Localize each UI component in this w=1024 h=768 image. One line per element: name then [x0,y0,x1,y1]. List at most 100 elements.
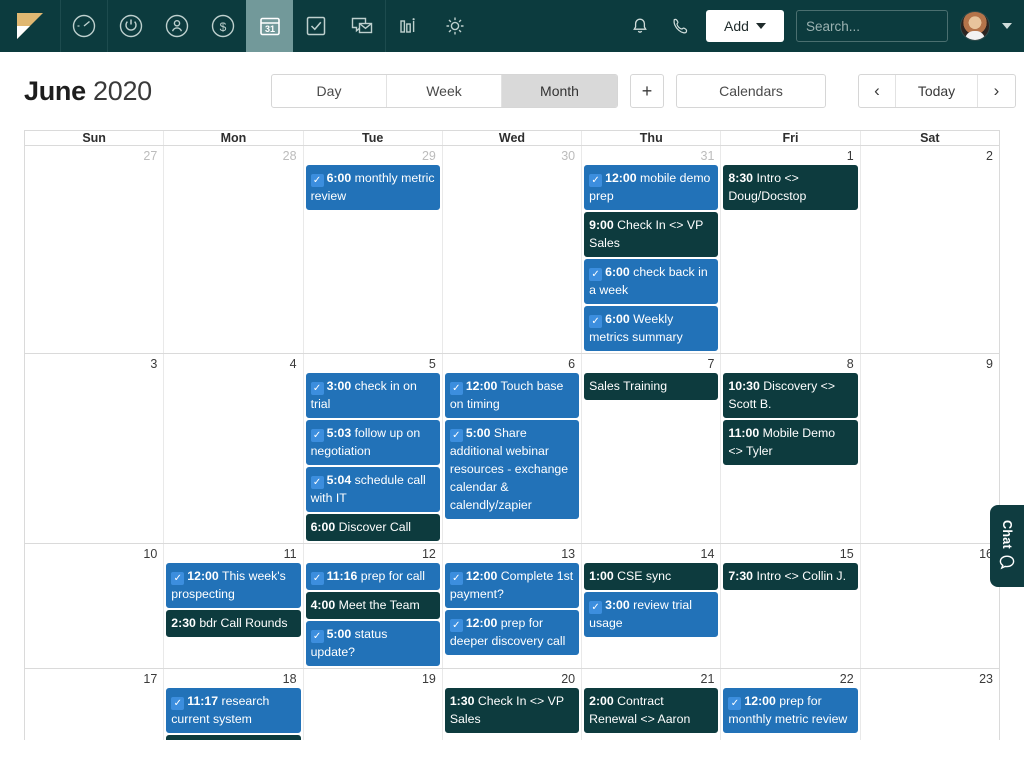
calendar-day-cell[interactable]: 17 [25,669,165,740]
task-checkbox-icon[interactable]: ✓ [589,268,603,281]
calendar-day-cell[interactable]: 16 [861,544,999,668]
tab-week[interactable]: Week [387,75,502,107]
call-button[interactable] [666,12,694,40]
calendar-day-cell[interactable]: 21 2:00 Contract Renewal <> Aaron [582,669,722,740]
calendar-event[interactable]: 2:00 Contract Renewal <> Aaron [584,688,719,733]
nav-item-tasks[interactable] [293,0,339,52]
task-checkbox-icon[interactable]: ✓ [449,429,463,442]
calendar-event[interactable]: ✓ 3:00 check in on trial [305,373,440,418]
task-checkbox-icon[interactable]: ✓ [589,601,603,614]
calendar-day-cell[interactable]: 3 [25,354,165,543]
calendar-event[interactable]: ✓ 11:16 prep for call [305,563,440,590]
calendar-day-cell[interactable]: 22 ✓ 12:00 prep for monthly metric review [721,669,861,740]
calendar-day-cell[interactable]: 10 [25,544,165,668]
calendar-event[interactable]: 8:30 Intro <> Doug/Docstop [723,165,858,210]
search-box[interactable] [796,10,983,42]
user-menu-chevron-down-icon[interactable] [1002,23,1012,29]
calendar-day-cell[interactable]: 20 1:30 Check In <> VP Sales [443,669,583,740]
nav-item-inbox[interactable] [339,0,385,52]
calendar-event[interactable]: 4:00 Support and Sell Integration Demo [166,735,301,740]
task-checkbox-icon[interactable]: ✓ [310,630,324,643]
calendar-day-cell[interactable]: 19 [304,669,443,740]
nav-item-reports[interactable] [386,0,432,52]
avatar[interactable] [960,11,990,41]
calendar-event[interactable]: ✓ 5:00 status update? [305,621,440,666]
calendar-event[interactable]: ✓ 11:17 research current system [166,688,301,733]
add-view-button[interactable]: + [630,74,664,108]
calendar-day-cell[interactable]: 18 ✓11:17 research current system 4:00 Sup… [164,669,304,740]
app-logo[interactable] [0,0,60,52]
calendar-event[interactable]: ✓ 5:04 schedule call with IT [305,467,440,512]
calendar-day-cell[interactable]: 13 ✓ 12:00 Complete 1st payment? ✓ 12:00 pre… [443,544,583,668]
calendar-day-cell[interactable]: 1 8:30 Intro <> Doug/Docstop [721,146,861,353]
calendar-event[interactable]: 10:30 Discovery <> Scott B. [723,373,858,418]
calendar-event[interactable]: ✓ 6:00 Weekly metrics summary [584,306,719,351]
task-checkbox-icon[interactable]: ✓ [449,382,463,395]
nav-item-calendar[interactable]: 31 [246,0,293,52]
nav-item-contacts[interactable] [154,0,200,52]
add-button[interactable]: Add [706,10,784,42]
search-input[interactable] [806,18,983,34]
nav-item-dashboard[interactable] [61,0,107,52]
calendar-day-cell[interactable]: 7 Sales Training [582,354,722,543]
prev-period-button[interactable]: ‹ [859,75,896,107]
calendar-event[interactable]: 7:30 Intro <> Collin J. [723,563,858,590]
calendar-event[interactable]: ✓ 12:00 mobile demo prep [584,165,719,210]
calendar-event[interactable]: ✓ 5:00 Share additional webinar resources… [444,420,580,519]
task-checkbox-icon[interactable]: ✓ [728,697,742,710]
calendar-event[interactable]: ✓ 12:00 prep for monthly metric review [723,688,858,733]
calendar-event[interactable]: ✓ 12:00 prep for deeper discovery call [444,610,580,655]
calendar-event[interactable]: ✓ 12:00 This week's prospecting [166,563,301,608]
calendar-event[interactable]: ✓ 6:00 monthly metric review [305,165,440,210]
chat-widget-button[interactable]: Chat [990,505,1024,587]
nav-item-deals[interactable]: $ [200,0,246,52]
calendar-day-cell[interactable]: 8 10:30 Discovery <> Scott B. 11:00 Mobile… [721,354,861,543]
calendar-day-cell[interactable]: 14 1:00 CSE sync ✓ 3:00 review trial usage [582,544,722,668]
calendar-event[interactable]: 1:30 Check In <> VP Sales [444,688,580,733]
calendar-day-cell[interactable]: 15 7:30 Intro <> Collin J. [721,544,861,668]
task-checkbox-icon[interactable]: ✓ [310,476,324,489]
calendar-event[interactable]: 2:30 bdr Call Rounds [166,610,301,637]
task-checkbox-icon[interactable]: ✓ [171,697,185,710]
calendar-day-cell[interactable]: 6 ✓ 12:00 Touch base on timing ✓ 5:00 Share … [443,354,583,543]
calendar-day-cell[interactable]: 30 [443,146,583,353]
calendar-day-cell[interactable]: 2 [861,146,999,353]
next-period-button[interactable]: › [978,75,1015,107]
calendar-day-cell[interactable]: 27 [25,146,165,353]
calendar-event[interactable]: 4:00 Meet the Team [305,592,440,619]
calendar-day-cell[interactable]: 29 ✓ 6:00 monthly metric review [304,146,443,353]
calendar-event[interactable]: 6:00 Discover Call [305,514,440,541]
task-checkbox-icon[interactable]: ✓ [171,572,185,585]
calendar-day-cell[interactable]: 12 ✓ 11:16 prep for call 4:00 Meet the Team… [304,544,443,668]
calendar-day-cell[interactable]: 9 [861,354,999,543]
calendar-day-cell[interactable]: 23 [861,669,999,740]
task-checkbox-icon[interactable]: ✓ [310,174,324,187]
calendar-event[interactable]: 1:00 CSE sync [584,563,719,590]
calendar-event[interactable]: ✓ 12:00 Complete 1st payment? [444,563,580,608]
calendar-event[interactable]: 9:00 Check In <> VP Sales [584,212,719,257]
task-checkbox-icon[interactable]: ✓ [310,572,324,585]
task-checkbox-icon[interactable]: ✓ [589,174,603,187]
calendar-day-cell[interactable]: 4 [164,354,304,543]
nav-item-settings[interactable] [432,0,478,52]
calendar-event[interactable]: ✓ 12:00 Touch base on timing [444,373,580,418]
calendar-day-cell[interactable]: 5 ✓ 3:00 check in on trial ✓ 5:03 follow up … [304,354,443,543]
calendar-day-cell[interactable]: 11 ✓ 12:00 This week's prospecting 2:30 bdr… [164,544,304,668]
calendar-event[interactable]: 11:00 Mobile Demo <> Tyler [723,420,858,465]
calendar-event[interactable]: ✓ 5:03 follow up on negotiation [305,420,440,465]
tab-day[interactable]: Day [272,75,387,107]
calendars-button[interactable]: Calendars [676,74,826,108]
nav-item-activity[interactable] [108,0,154,52]
calendar-event[interactable]: ✓ 6:00 check back in a week [584,259,719,304]
today-button[interactable]: Today [896,75,978,107]
tab-month[interactable]: Month [502,75,617,107]
task-checkbox-icon[interactable]: ✓ [449,572,463,585]
calendar-event[interactable]: ✓ 3:00 review trial usage [584,592,719,637]
notifications-button[interactable] [626,12,654,40]
task-checkbox-icon[interactable]: ✓ [449,619,463,632]
calendar-event[interactable]: Sales Training [584,373,719,400]
calendar-day-cell[interactable]: 31 ✓ 12:00 mobile demo prep 9:00 Check In <… [582,146,722,353]
task-checkbox-icon[interactable]: ✓ [310,429,324,442]
task-checkbox-icon[interactable]: ✓ [589,315,603,328]
task-checkbox-icon[interactable]: ✓ [310,382,324,395]
